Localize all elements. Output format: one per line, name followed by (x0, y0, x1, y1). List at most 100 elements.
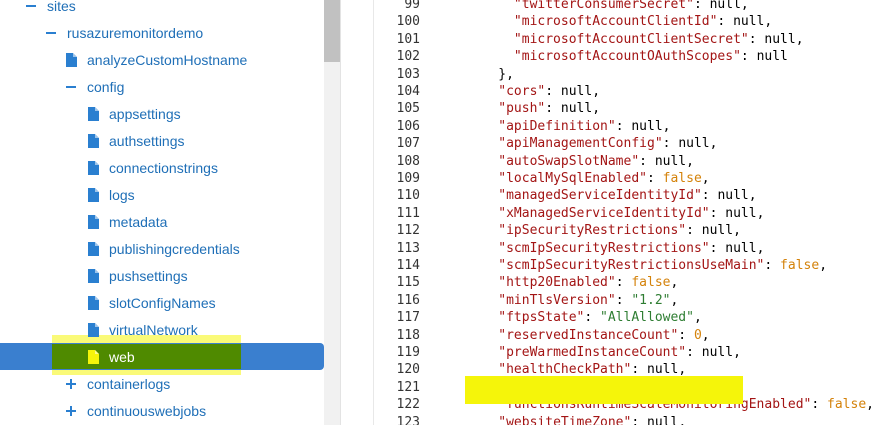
json-key: "ftpsState" (498, 310, 585, 326)
line-number: 115 (396, 275, 420, 291)
json-punctuation: , (592, 84, 601, 99)
tree-item-label: slotConfigNames (109, 294, 216, 311)
line-number: 122 (396, 397, 420, 413)
json-key: "scmIpSecurityRestrictions" (498, 240, 710, 256)
json-key: "reservedInstanceCount" (498, 327, 679, 343)
json-key: "websiteTimeZone" (498, 414, 632, 425)
tree-item-web[interactable]: web (0, 343, 324, 370)
tree-item-containerlogs[interactable]: containerlogs (0, 370, 324, 397)
json-punctuation: , (748, 188, 757, 204)
json-key: "microsoftAccountOAuthScopes" (513, 49, 741, 65)
code-line: 117 "ftpsState": "AllAllowed", (374, 309, 886, 326)
tree-item-label: config (87, 78, 125, 95)
json-punctuation: , (670, 292, 679, 308)
line-number: 113 (396, 240, 420, 256)
code-line: 101 "microsoftAccountClientSecret": null… (374, 31, 886, 48)
json-key: "managedServiceIdentityId" (498, 188, 702, 204)
tree-item-label: publishingcredentials (109, 240, 240, 257)
code-line: 106 "apiDefinition": null, (374, 118, 886, 135)
tree-item-label: continuouswebjobs (87, 402, 207, 419)
json-punctuation: , (819, 258, 828, 273)
tree-item-slotconfignames[interactable]: slotConfigNames (0, 289, 324, 316)
file-icon (86, 268, 100, 283)
tree-item-label: virtualNetwork (109, 321, 198, 338)
line-number: 100 (396, 14, 420, 30)
tree-item-appsettings[interactable]: appsettings (0, 100, 324, 127)
tree-item-logs[interactable]: logs (0, 181, 324, 208)
tree-item-config[interactable]: config (0, 73, 324, 100)
json-punctuation: , (686, 153, 694, 169)
tree-item-pushsettings[interactable]: pushsettings (0, 262, 324, 289)
json-key: "http20Enabled" (498, 275, 616, 291)
expand-icon[interactable] (64, 404, 78, 418)
tree-item-label: connectionstrings (109, 159, 218, 176)
json-punctuation: , (764, 14, 773, 30)
json-key: "preWarmedInstanceCount" (498, 345, 687, 360)
tree-item-metadata[interactable]: metadata (0, 208, 324, 235)
file-icon (86, 160, 100, 175)
tree-item-virtualnetwork[interactable]: virtualNetwork (0, 316, 324, 343)
line-number: 107 (396, 136, 420, 152)
tree-item-publishingcredentials[interactable]: publishingcredentials (0, 235, 324, 262)
tree-item-label: containerlogs (87, 375, 171, 392)
json-punctuation: , (662, 118, 671, 134)
json-value: null (733, 14, 765, 30)
line-number: 104 (396, 84, 420, 99)
tree-item-label: logs (109, 186, 135, 203)
expand-icon[interactable] (64, 377, 78, 391)
json-value: "1.2" (631, 292, 671, 308)
file-icon (86, 106, 100, 121)
tree-item-label: metadata (109, 213, 168, 230)
line-number: 123 (396, 414, 420, 425)
line-number: 119 (396, 345, 420, 360)
line-number: 109 (396, 171, 420, 186)
json-key: "localMySqlEnabled" (498, 171, 647, 186)
collapse-icon[interactable] (24, 0, 38, 13)
json-value: 0 (693, 327, 702, 343)
line-number: 108 (396, 153, 420, 169)
collapse-icon[interactable] (44, 26, 58, 40)
json-value: null (678, 136, 710, 152)
code-line: 109 "localMySqlEnabled": false, (374, 170, 886, 187)
code-line: 113 "scmIpSecurityRestrictions": null, (374, 240, 886, 257)
json-punctuation: , (670, 275, 679, 291)
tree-scrollbar-thumb[interactable] (324, 0, 340, 62)
json-editor[interactable]: 99 "twitterConsumerSecret": null, 100 "mi… (373, 0, 886, 425)
tree-scrollbar[interactable] (324, 0, 340, 425)
code-line: 110 "managedServiceIdentityId": null, (374, 187, 886, 204)
tree-item-connectionstrings[interactable]: connectionstrings (0, 154, 324, 181)
code-line: 115 "http20Enabled": false, (374, 274, 886, 291)
code-line: 104 "cors": null, (374, 83, 886, 100)
json-key: "autoSwapSlotName" (498, 153, 640, 169)
tree-item-authsettings[interactable]: authsettings (0, 127, 324, 154)
line-number: 111 (396, 205, 420, 221)
tree-item-label: appsettings (109, 105, 181, 122)
line-number: 120 (396, 362, 420, 378)
line-number: 110 (396, 188, 420, 204)
code-line: 111 "xManagedServiceIdentityId": null, (374, 205, 886, 222)
tree-item-label: authsettings (109, 132, 185, 149)
json-value: null (764, 31, 796, 47)
json-punctuation: , (733, 223, 741, 239)
file-icon (86, 133, 100, 148)
collapse-icon[interactable] (64, 80, 78, 94)
json-key: "cors" (498, 84, 546, 99)
tree-item-label: sites (47, 0, 76, 14)
json-value: }, (498, 66, 514, 82)
json-key: "ipSecurityRestrictions" (498, 223, 687, 239)
json-punctuation: , (740, 0, 749, 12)
file-icon (86, 349, 100, 364)
json-punctuation: , (701, 171, 710, 186)
json-key: "minTlsVersion" (498, 292, 616, 308)
json-value: null (560, 84, 593, 99)
tree-item-rusazuremonitordemo[interactable]: rusazuremonitordemo (0, 19, 324, 46)
json-value: null (717, 188, 749, 204)
line-number: 117 (396, 310, 420, 326)
line-number: 99 (404, 0, 420, 12)
tree-item-analyzecustomhostname[interactable]: analyzeCustomHostname (0, 46, 324, 73)
file-icon (86, 295, 100, 310)
line-number: 103 (396, 66, 420, 82)
code-line: 114 "scmIpSecurityRestrictionsUseMain": … (374, 257, 886, 274)
tree-item-continuouswebjobs[interactable]: continuouswebjobs (0, 397, 324, 424)
tree-item-sites[interactable]: sites (0, 0, 324, 19)
